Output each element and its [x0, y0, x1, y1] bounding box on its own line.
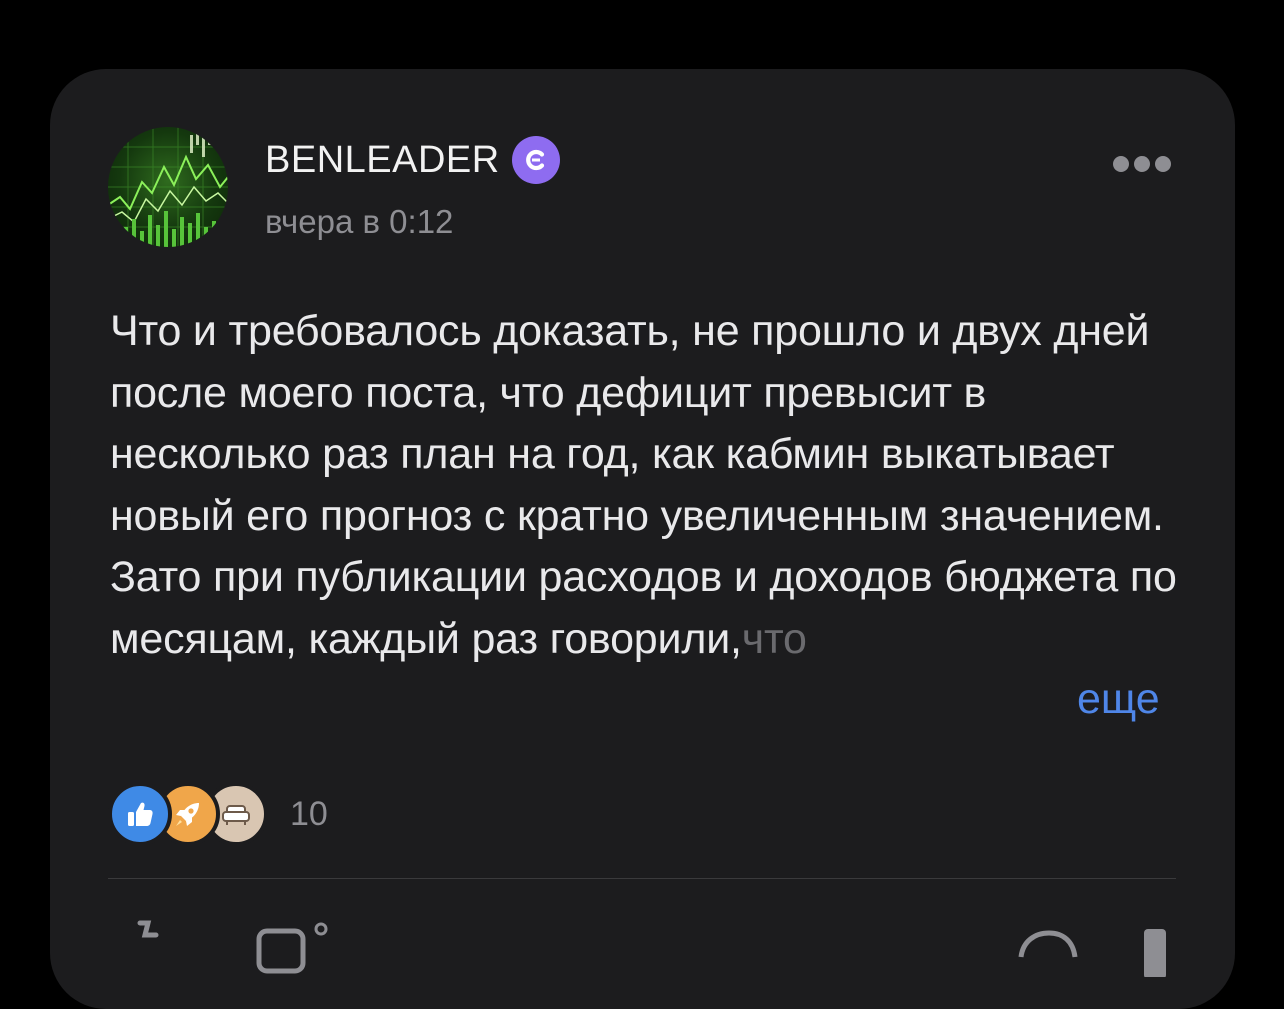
avatar[interactable] [108, 127, 228, 247]
post-timestamp: вчера в 0:12 [265, 203, 454, 240]
share-action-icon[interactable] [1013, 917, 1083, 982]
author-name[interactable]: BENLEADER [265, 139, 500, 182]
author-row: BENLEADER [265, 135, 560, 185]
dot-icon [1134, 156, 1150, 172]
post-text: Что и требовалось доказать, не прошло и … [110, 301, 1178, 670]
divider [108, 878, 1176, 879]
more-options-button[interactable] [1107, 151, 1177, 177]
dot-icon [1155, 156, 1171, 172]
comment-action-icon[interactable] [253, 917, 333, 982]
thumbs-up-icon [108, 782, 172, 846]
post-actions-bar [108, 907, 1176, 987]
verified-badge-icon [511, 136, 560, 184]
dot-icon [1113, 156, 1129, 172]
read-more-link[interactable]: еще [1017, 669, 1160, 731]
post-text-body: Что и требовалось доказать, не прошло и … [110, 307, 1177, 663]
post-text-faded-tail: что [741, 614, 807, 663]
stock-chart-avatar-image [108, 127, 228, 247]
reactions-count: 10 [290, 794, 328, 833]
bookmark-action-icon[interactable] [1128, 917, 1178, 982]
post-card: BENLEADER вчера в 0:12 Что и требовалось… [50, 69, 1235, 1009]
reactions-summary[interactable]: 10 [108, 781, 328, 847]
like-action-icon[interactable] [118, 917, 178, 982]
